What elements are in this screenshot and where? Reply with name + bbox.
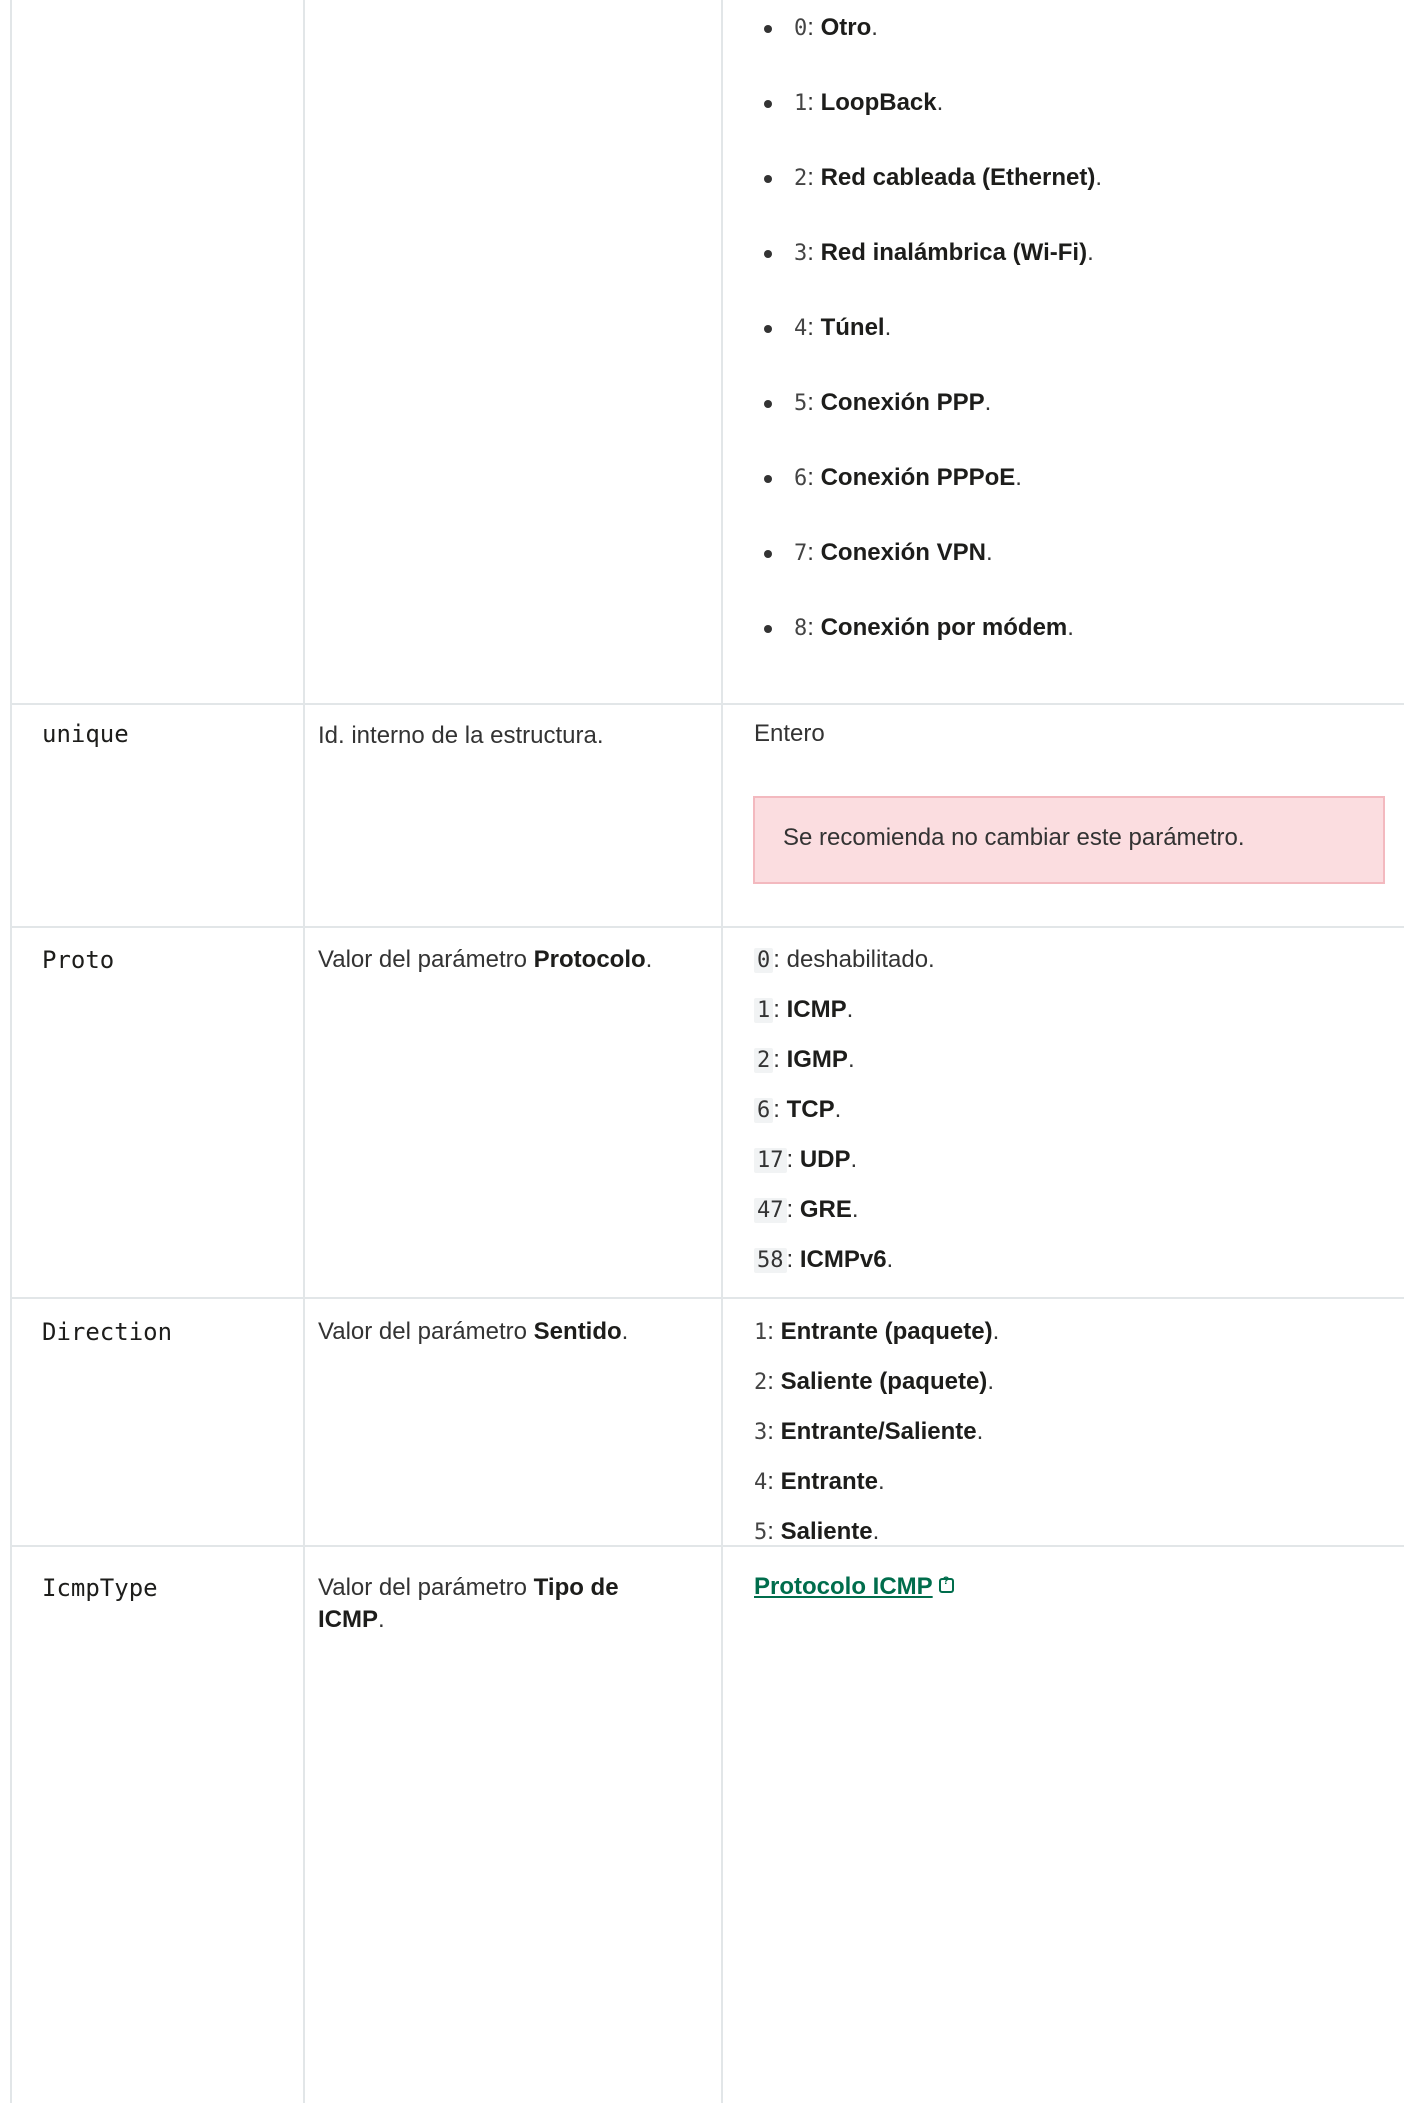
param-name-proto: Proto: [42, 946, 115, 974]
list-item: 2: Red cableada (Ethernet).: [760, 162, 1102, 194]
param-desc-direction: Valor del parámetro Sentido.: [318, 1318, 629, 1345]
list-item: 1: ICMP.: [754, 994, 935, 1044]
direction-values: 1: Entrante (paquete). 2: Saliente (paqu…: [754, 1316, 999, 1566]
param-name-icmptype: IcmpType: [42, 1574, 158, 1602]
external-help-icon: [938, 1575, 954, 1594]
list-item: 5: Conexión PPP.: [760, 387, 1102, 419]
list-item: 0: deshabilitado.: [754, 944, 935, 994]
param-name-unique: unique: [42, 720, 129, 748]
list-item: 6: TCP.: [754, 1094, 935, 1144]
row-divider: [10, 703, 1404, 705]
param-name-direction: Direction: [42, 1318, 173, 1346]
column-divider: [721, 0, 723, 2103]
table-left-border: [10, 0, 12, 2103]
column-divider: [303, 0, 305, 2103]
list-item: 3: Red inalámbrica (Wi-Fi).: [760, 237, 1102, 269]
list-item: 2: Saliente (paquete).: [754, 1368, 994, 1395]
row-divider: [10, 926, 1404, 928]
list-item: 58: ICMPv6.: [754, 1244, 935, 1294]
param-value-unique: Entero: [754, 720, 825, 747]
param-desc-icmptype: Valor del parámetro Tipo de ICMP.: [318, 1574, 619, 1633]
list-item: 47: GRE.: [754, 1194, 935, 1244]
list-item: 2: IGMP.: [754, 1044, 935, 1094]
list-item: 4: Túnel.: [760, 312, 1102, 344]
list-item: 6: Conexión PPPoE.: [760, 462, 1102, 494]
list-item: 1: LoopBack.: [760, 87, 1102, 119]
param-desc-unique: Id. interno de la estructura.: [318, 722, 604, 749]
list-item: 1: Entrante (paquete).: [754, 1318, 1000, 1345]
list-item: 0: Otro.: [760, 12, 1102, 44]
list-item: 17: UDP.: [754, 1144, 935, 1194]
list-item: 3: Entrante/Saliente.: [754, 1418, 984, 1445]
row-divider: [10, 1297, 1404, 1299]
list-item: 7: Conexión VPN.: [760, 537, 1102, 569]
param-desc-proto: Valor del parámetro Protocolo.: [318, 946, 653, 973]
list-item: 5: Saliente.: [754, 1518, 880, 1545]
proto-values: 0: deshabilitado. 1: ICMP. 2: IGMP. 6: T…: [754, 944, 935, 1294]
row-divider: [10, 1545, 1404, 1547]
list-item: 8: Conexión por módem.: [760, 612, 1102, 644]
interface-type-list: 0: Otro. 1: LoopBack. 2: Red cableada (E…: [760, 12, 1102, 687]
parameters-table: 0: Otro. 1: LoopBack. 2: Red cableada (E…: [0, 0, 1404, 2103]
warning-note: Se recomienda no cambiar este parámetro.: [753, 796, 1385, 884]
icmp-protocol-link[interactable]: Protocolo ICMP: [754, 1573, 954, 1601]
link-label: Protocolo ICMP: [754, 1573, 933, 1600]
list-item: 4: Entrante.: [754, 1468, 885, 1495]
